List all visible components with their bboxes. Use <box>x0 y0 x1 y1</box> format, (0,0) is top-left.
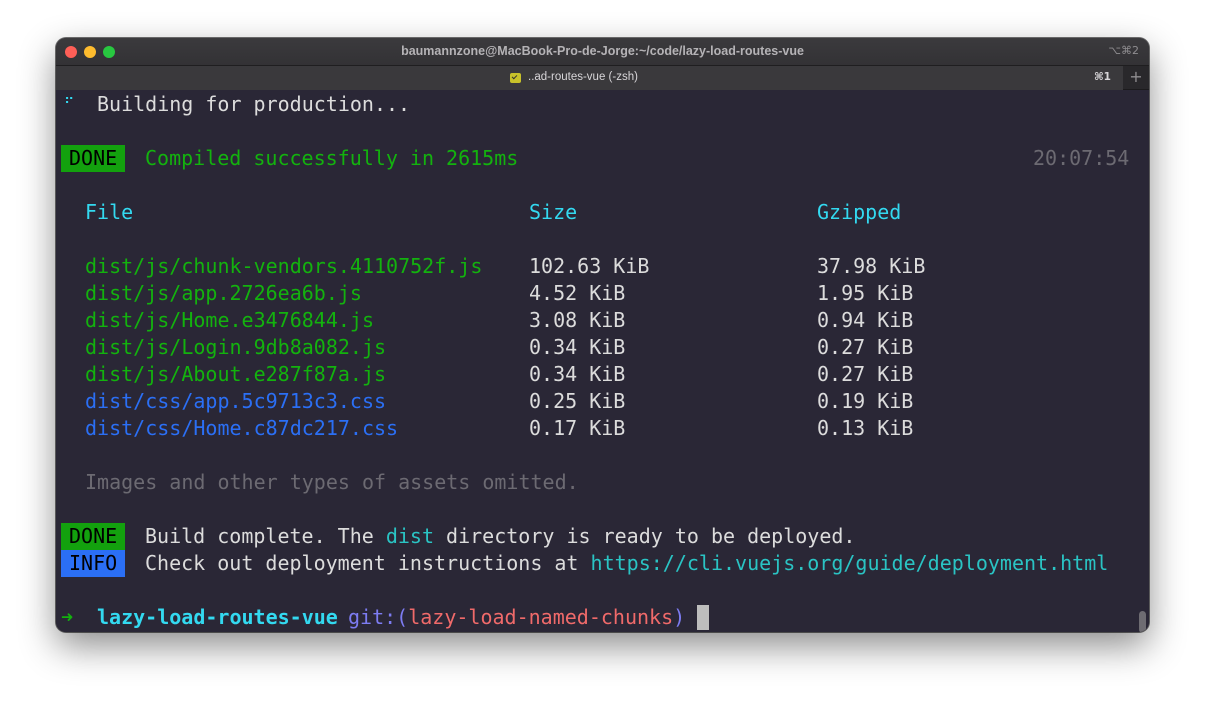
file-name: dist/js/chunk-vendors.4110752f.js <box>85 254 483 278</box>
omitted-text: Images and other types of assets omitted… <box>85 470 579 494</box>
git-label: git: <box>348 605 397 629</box>
table-row: dist/js/Login.9db8a082.js 0.34 KiB 0.27 … <box>56 334 1149 361</box>
file-size: 3.08 KiB <box>529 308 626 332</box>
table-row: dist/css/Home.c87dc217.css 0.17 KiB 0.13… <box>56 415 1149 442</box>
table-row: dist/js/chunk-vendors.4110752f.js 102.63… <box>56 253 1149 280</box>
table-header: File Size Gzipped <box>56 199 1149 226</box>
file-gzipped: 37.98 KiB <box>817 254 926 278</box>
file-name: dist/js/About.e287f87a.js <box>85 362 387 386</box>
text-cursor <box>697 605 709 630</box>
file-name: dist/css/app.5c9713c3.css <box>85 389 387 413</box>
info-badge: INFO <box>61 550 126 577</box>
deployment-link[interactable]: https://cli.vuejs.org/guide/deployment.h… <box>591 551 1109 575</box>
file-name: dist/js/app.2726ea6b.js <box>85 281 362 305</box>
file-size: 102.63 KiB <box>529 254 650 278</box>
table-row: dist/js/About.e287f87a.js 0.34 KiB 0.27 … <box>56 361 1149 388</box>
prompt-git: git:(lazy-load-named-chunks) <box>348 604 685 631</box>
title-bar[interactable]: baumannzone@MacBook-Pro-de-Jorge:~/code/… <box>56 38 1149 66</box>
file-gzipped: 0.94 KiB <box>817 308 914 332</box>
header-gzipped: Gzipped <box>817 200 902 224</box>
building-line: ⠋ Building for production... <box>56 91 1149 118</box>
file-size: 0.34 KiB <box>529 362 626 386</box>
prompt-dir: lazy-load-routes-vue <box>97 605 338 629</box>
prompt-arrow-icon: ➜ <box>61 605 74 629</box>
file-name: dist/css/Home.c87dc217.css <box>85 416 399 440</box>
window-shortcut: ⌥⌘2 <box>1108 44 1139 57</box>
dist-word: dist <box>385 524 434 548</box>
build-complete-line: DONE Build complete. The dist directory … <box>56 523 1149 550</box>
table-row: dist/js/Home.e3476844.js 3.08 KiB 0.94 K… <box>56 307 1149 334</box>
tab-bar: ..ad-routes-vue (-zsh) ⌘1 + <box>56 66 1149 90</box>
compiled-line: DONE Compiled successfully in 2615ms 20:… <box>56 145 1149 172</box>
file-name: dist/js/Home.e3476844.js <box>85 308 374 332</box>
file-gzipped: 0.27 KiB <box>817 362 914 386</box>
info-line: INFO Check out deployment instructions a… <box>56 550 1149 577</box>
spinner-icon: ⠋ <box>64 96 75 112</box>
file-size: 0.25 KiB <box>529 389 626 413</box>
timestamp: 20:07:54 <box>1033 146 1130 170</box>
file-gzipped: 0.27 KiB <box>817 335 914 359</box>
terminal-output[interactable]: ⠋ Building for production... DONE Compil… <box>56 91 1149 632</box>
build-complete-after: directory is ready to be deployed. <box>434 524 856 548</box>
header-file: File <box>85 200 134 224</box>
info-text: Check out deployment instructions at <box>145 551 591 575</box>
window-title: baumannzone@MacBook-Pro-de-Jorge:~/code/… <box>401 44 804 58</box>
terminal-window: baumannzone@MacBook-Pro-de-Jorge:~/code/… <box>56 38 1149 632</box>
info-text-wrap: Check out deployment instructions at htt… <box>145 550 1108 577</box>
paren-close: ) <box>673 605 686 629</box>
terminal-icon <box>510 73 521 83</box>
compiled-text: Compiled successfully in 2615ms <box>145 146 519 170</box>
file-gzipped: 0.13 KiB <box>817 416 914 440</box>
omitted-line: Images and other types of assets omitted… <box>56 469 1149 496</box>
done-badge: DONE <box>61 145 126 172</box>
table-row: dist/js/app.2726ea6b.js 4.52 KiB 1.95 Ki… <box>56 280 1149 307</box>
build-complete-before: Build complete. The <box>145 524 386 548</box>
tab-active[interactable]: ..ad-routes-vue (-zsh) ⌘1 <box>56 66 1123 90</box>
done-badge: DONE <box>61 523 126 550</box>
git-branch: lazy-load-named-chunks <box>408 605 674 629</box>
tab-label: ..ad-routes-vue (-zsh) <box>528 71 638 83</box>
file-gzipped: 0.19 KiB <box>817 389 914 413</box>
scrollbar[interactable] <box>1139 611 1146 632</box>
table-row: dist/css/app.5c9713c3.css 0.25 KiB 0.19 … <box>56 388 1149 415</box>
header-size: Size <box>529 200 578 224</box>
file-size: 0.17 KiB <box>529 416 626 440</box>
file-size: 4.52 KiB <box>529 281 626 305</box>
tab-shortcut: ⌘1 <box>1093 71 1111 83</box>
paren-open: ( <box>396 605 409 629</box>
build-complete-text: Build complete. The dist directory is re… <box>145 523 855 550</box>
file-name: dist/js/Login.9db8a082.js <box>85 335 387 359</box>
new-tab-button[interactable]: + <box>1123 66 1149 90</box>
file-gzipped: 1.95 KiB <box>817 281 914 305</box>
file-size: 0.34 KiB <box>529 335 626 359</box>
prompt-line[interactable]: ➜ lazy-load-routes-vue git:(lazy-load-na… <box>56 604 1149 631</box>
building-text: Building for production... <box>97 92 411 116</box>
